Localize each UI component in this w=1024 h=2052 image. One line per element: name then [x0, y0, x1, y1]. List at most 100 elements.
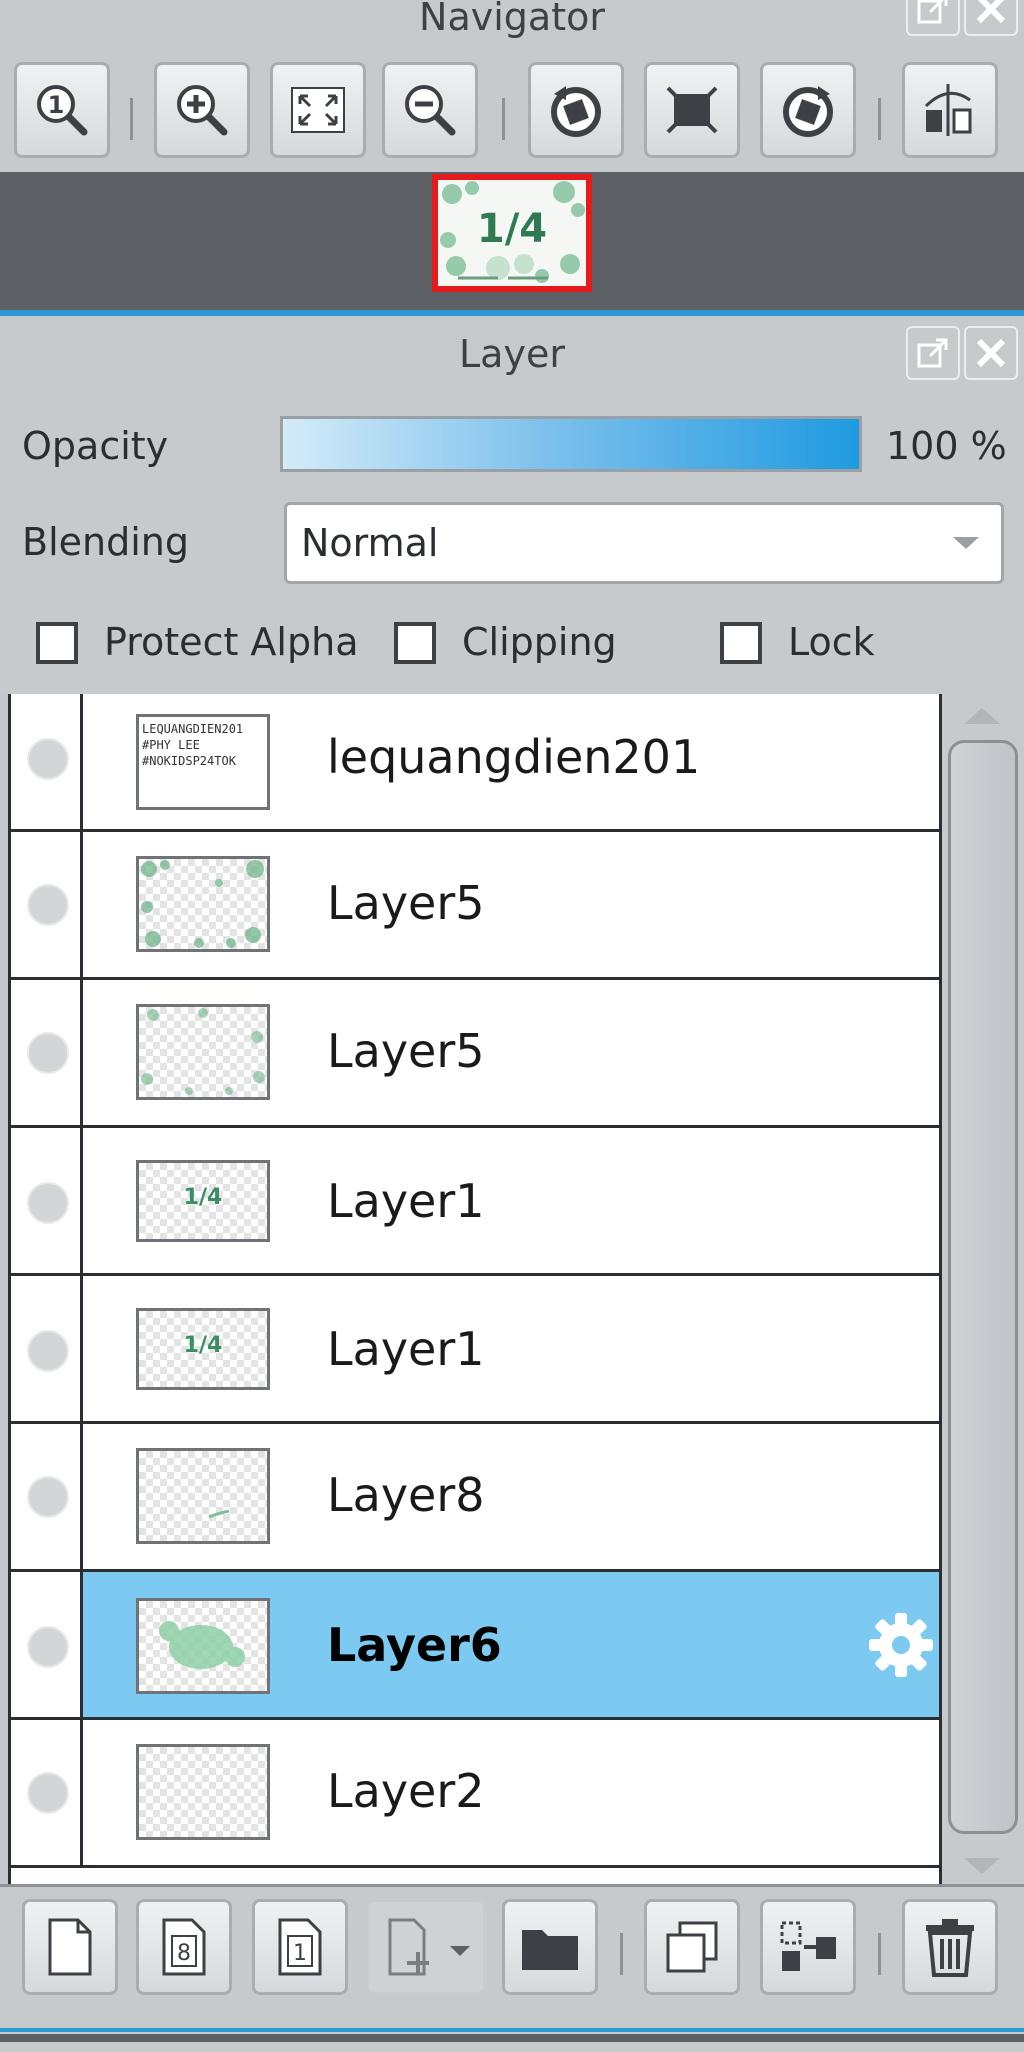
visibility-toggle[interactable]	[11, 1128, 83, 1273]
toolbar-separator	[502, 98, 505, 140]
layer-titlebar: Layer	[0, 316, 1024, 392]
visibility-toggle[interactable]	[11, 1424, 83, 1569]
clipping-checkbox[interactable]	[394, 622, 436, 664]
opacity-slider[interactable]	[280, 416, 862, 472]
thumb-fraction-text: 1/4	[183, 1333, 223, 1358]
zoom-actual-size-button[interactable]: 1	[14, 62, 110, 158]
svg-text:1: 1	[48, 91, 65, 119]
visibility-icon	[27, 1182, 69, 1224]
new-folder-button[interactable]	[502, 1899, 598, 1995]
blending-label: Blending	[22, 520, 189, 564]
new-layer-icon	[48, 1918, 92, 1976]
navigator-float-button[interactable]	[906, 0, 960, 36]
scroll-down-arrow-icon[interactable]	[964, 1858, 1000, 1874]
new-1bit-layer-button[interactable]: 1	[252, 1899, 348, 1995]
layer-row[interactable]: Layer5	[11, 980, 939, 1128]
duplicate-layer-button[interactable]	[644, 1899, 740, 1995]
toolbar-separator	[878, 98, 881, 140]
visibility-toggle[interactable]	[11, 1572, 83, 1717]
toolbar-separator	[878, 1933, 881, 1975]
folder-icon	[522, 1930, 578, 1970]
layer-row-selected[interactable]: Layer6	[11, 1572, 939, 1720]
toolbar-separator	[620, 1933, 623, 1975]
rotate-left-button[interactable]	[528, 62, 624, 158]
visibility-toggle[interactable]	[11, 1720, 83, 1865]
preview-image: 1/4	[438, 180, 586, 286]
zoom-actual-size-icon: 1	[37, 85, 88, 136]
layer-toolbar: 8 1	[0, 1884, 1024, 2024]
lock-checkbox[interactable]	[720, 622, 762, 664]
layer-name: lequangdien201	[327, 730, 701, 784]
layer-properties: Opacity 100 % Blending Normal Protect Al…	[0, 392, 1024, 694]
rotate-right-button[interactable]	[760, 62, 856, 158]
layer-row[interactable]: 1/4 Layer1	[11, 1276, 939, 1424]
new-layer-button[interactable]	[22, 1899, 118, 1995]
close-icon	[976, 0, 1006, 24]
panel-divider	[0, 2034, 1024, 2042]
layer-thumbnail: 1/4	[136, 1160, 270, 1242]
trash-icon	[926, 1919, 974, 1977]
navigator-close-button[interactable]	[964, 0, 1018, 36]
layer-thumbnail	[136, 856, 270, 952]
layer-row[interactable]: 1/4 Layer1	[11, 1128, 939, 1276]
opacity-value: 100 %	[886, 424, 1007, 468]
protect-alpha-checkbox[interactable]	[36, 622, 78, 664]
new-8bit-layer-icon: 8	[162, 1918, 206, 1976]
visibility-icon	[27, 1772, 69, 1814]
layer-name: Layer5	[327, 876, 485, 930]
layer-thumbnail	[136, 1744, 270, 1840]
reset-view-button[interactable]	[644, 62, 740, 158]
gear-icon[interactable]	[866, 1610, 936, 1680]
layer-thumbnail	[136, 1448, 270, 1544]
layer-row[interactable]: Layer8	[11, 1424, 939, 1572]
layer-row[interactable]: Layer5	[11, 832, 939, 980]
layer-row[interactable]: LEQUANGDIEN201 #PHY LEE #NOKIDSP24TOK le…	[11, 694, 939, 832]
clipping-label: Clipping	[462, 620, 617, 664]
blending-select[interactable]: Normal	[284, 502, 1004, 584]
merge-down-button[interactable]	[760, 1899, 856, 1995]
panel-divider	[0, 2028, 1024, 2032]
layer-thumbnail	[136, 1598, 270, 1694]
visibility-toggle[interactable]	[11, 1276, 83, 1421]
rotate-right-icon	[783, 86, 833, 137]
chevron-down-icon	[953, 537, 979, 549]
visibility-toggle[interactable]	[11, 980, 83, 1125]
layer-thumbnail	[136, 1004, 270, 1100]
new-8bit-layer-button[interactable]: 8	[136, 1899, 232, 1995]
layer-list-scrollbar[interactable]	[942, 694, 1024, 1884]
layer-list[interactable]: LEQUANGDIEN201 #PHY LEE #NOKIDSP24TOK le…	[8, 694, 942, 1884]
rotate-left-icon	[551, 86, 601, 137]
fit-window-button[interactable]	[270, 62, 366, 158]
navigator-toolbar: 1	[0, 40, 1024, 172]
visibility-icon	[27, 1476, 69, 1518]
preview-viewport[interactable]: 1/4	[432, 174, 592, 292]
layer-close-button[interactable]	[964, 326, 1018, 380]
preview-fraction-text: 1/4	[477, 206, 547, 252]
new-1bit-layer-icon: 1	[278, 1918, 322, 1976]
thumb-text-line: #PHY LEE	[142, 738, 200, 752]
thumb-image	[159, 1621, 245, 1669]
scrollbar-thumb[interactable]	[948, 740, 1018, 1834]
visibility-toggle[interactable]	[11, 694, 83, 829]
navigator-titlebar: Navigator	[0, 0, 1024, 40]
opacity-label: Opacity	[22, 424, 169, 468]
flip-horizontal-button[interactable]	[902, 62, 998, 158]
visibility-icon	[27, 884, 69, 926]
blending-value: Normal	[301, 521, 439, 565]
scroll-up-arrow-icon[interactable]	[964, 708, 1000, 724]
thumb-text-line: LEQUANGDIEN201	[142, 722, 244, 736]
toolbar-separator	[130, 98, 133, 140]
float-icon	[917, 0, 948, 24]
zoom-in-icon	[177, 85, 228, 136]
zoom-in-button[interactable]	[154, 62, 250, 158]
add-layer-menu-button[interactable]	[366, 1899, 486, 1995]
reset-view-icon	[666, 86, 718, 134]
visibility-icon	[27, 1032, 69, 1074]
fit-to-window-icon	[291, 87, 345, 133]
visibility-toggle[interactable]	[11, 832, 83, 977]
layer-row[interactable]: Layer2	[11, 1720, 939, 1868]
navigator-preview[interactable]: 1/4	[0, 172, 1024, 310]
layer-float-button[interactable]	[906, 326, 960, 380]
zoom-out-button[interactable]	[382, 62, 478, 158]
delete-layer-button[interactable]	[902, 1899, 998, 1995]
